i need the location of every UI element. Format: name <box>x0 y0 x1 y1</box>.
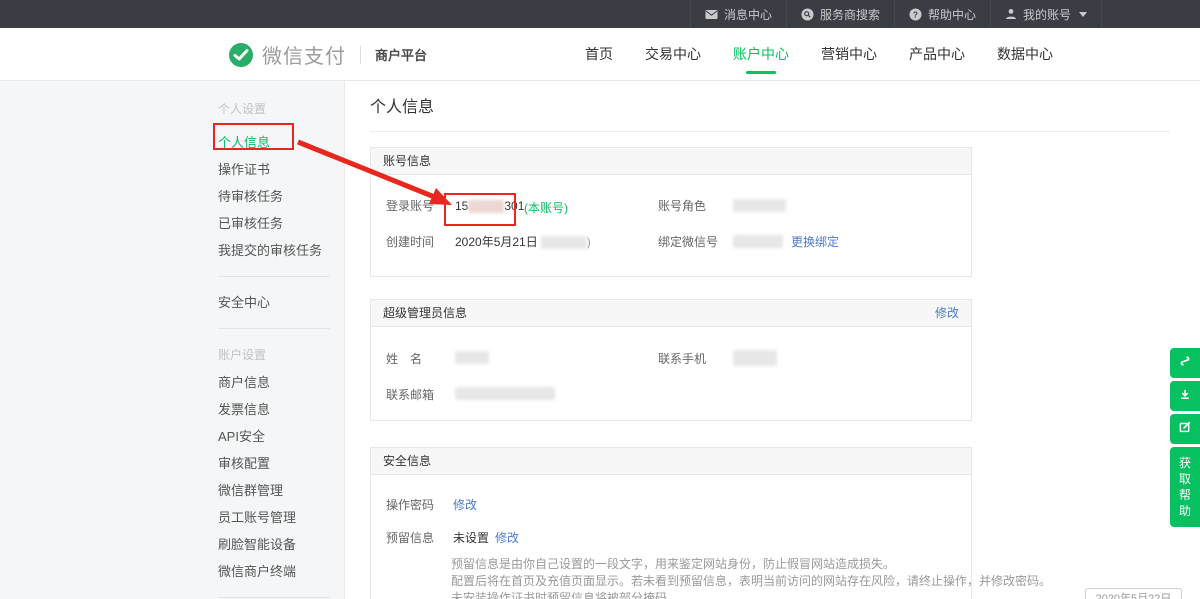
question-circle-icon: ? <box>909 8 922 21</box>
topbar-item-label: 服务商搜索 <box>820 6 880 23</box>
reserved-info-label: 预留信息 <box>386 529 434 546</box>
sidebar-divider <box>218 597 330 598</box>
main-content: 个人信息 账号信息 登录账号 15301 (本账号) 账号角色 创建时间 202… <box>345 81 1200 599</box>
help-center-link[interactable]: ? 帮助中心 <box>894 0 990 28</box>
sidebar-divider <box>218 276 330 277</box>
get-help-label: 获取帮助 <box>1178 455 1192 519</box>
feedback-button[interactable] <box>1170 414 1200 444</box>
reserved-info-desc-3: 未安装操作证书时预留信息将被部分掩码。 <box>451 589 679 599</box>
sidebar-item-wechat-group-management[interactable]: 微信群管理 <box>218 477 338 504</box>
sidebar-divider <box>218 328 330 329</box>
date-chip: 2020年5月22日 <box>1085 588 1182 599</box>
account-info-section: 账号信息 登录账号 15301 (本账号) 账号角色 创建时间 2020年5月2… <box>370 147 972 277</box>
sidebar-group-account-settings: 账户设置 <box>218 341 338 369</box>
reserved-info-desc-2: 配置后将在首页及充值页面显示。若未看到预留信息，表明当前访问的网站存在风险，请终… <box>451 572 1051 589</box>
merchant-platform-page: 消息中心 服务商搜索 ? 帮助中心 我的账号 微信支付 <box>0 0 1200 599</box>
user-icon <box>1005 8 1017 20</box>
super-admin-title: 超级管理员信息 <box>383 306 467 320</box>
service-provider-search-link[interactable]: 服务商搜索 <box>786 0 894 28</box>
account-role-label: 账号角色 <box>658 197 706 214</box>
created-time-label: 创建时间 <box>386 233 434 250</box>
brand-portal-label: 商户平台 <box>375 45 427 64</box>
redacted-blur <box>468 200 504 213</box>
search-circle-icon <box>801 8 814 21</box>
redacted-blur <box>541 236 587 249</box>
contact-phone-label: 联系手机 <box>658 350 706 367</box>
edit-reserved-info-link[interactable]: 修改 <box>495 529 519 546</box>
topbar-item-label: 我的账号 <box>1023 6 1071 23</box>
sidebar-group-personal-settings: 个人设置 <box>218 95 338 123</box>
wechat-pay-logo-icon <box>228 42 254 68</box>
floating-help-widget: 获取帮助 <box>1170 348 1200 527</box>
security-info-section: 安全信息 操作密码 修改 预留信息 未设置 修改 预留信息是由你自己设置的一段文… <box>370 447 972 599</box>
name-label: 姓 名 <box>386 350 422 367</box>
sidebar: 个人设置 个人信息 操作证书 待审核任务 已审核任务 我提交的审核任务 安全中心… <box>0 81 345 599</box>
reserved-info-desc-1: 预留信息是由你自己设置的一段文字，用来鉴定网站身份，防止假冒网站造成损失。 <box>451 555 895 572</box>
nav-account-center[interactable]: 账户中心 <box>733 28 789 81</box>
sidebar-item-merchant-info[interactable]: 商户信息 <box>218 369 338 396</box>
sidebar-item-review-config[interactable]: 审核配置 <box>218 450 338 477</box>
login-account-label: 登录账号 <box>386 197 434 214</box>
sidebar-item-operation-certificate[interactable]: 操作证书 <box>218 156 338 183</box>
download-icon <box>1178 387 1192 406</box>
sidebar-item-reviewed-tasks[interactable]: 已审核任务 <box>218 210 338 237</box>
sidebar-item-wechat-merchant-terminal[interactable]: 微信商户终端 <box>218 558 338 585</box>
super-admin-section: 超级管理员信息 修改 姓 名 联系手机 联系邮箱 <box>370 299 972 421</box>
chevron-down-icon <box>1079 12 1087 17</box>
redacted-blur <box>455 351 489 364</box>
account-info-header: 账号信息 <box>371 148 971 175</box>
edit-password-link[interactable]: 修改 <box>453 496 477 513</box>
contact-email-label: 联系邮箱 <box>386 386 434 403</box>
topbar-item-label: 帮助中心 <box>928 6 976 23</box>
download-button[interactable] <box>1170 381 1200 411</box>
message-center-link[interactable]: 消息中心 <box>690 0 786 28</box>
rebind-link[interactable]: 更换绑定 <box>791 233 839 250</box>
topbar-item-label: 消息中心 <box>724 6 772 23</box>
brand-divider <box>360 46 361 64</box>
super-admin-header: 超级管理员信息 修改 <box>371 300 971 327</box>
redacted-blur <box>733 235 783 248</box>
brand: 微信支付 商户平台 <box>228 28 427 81</box>
my-account-menu[interactable]: 我的账号 <box>990 0 1102 28</box>
quick-link-button[interactable] <box>1170 348 1200 378</box>
redacted-blur <box>733 350 777 366</box>
nav-marketing-center[interactable]: 营销中心 <box>821 28 877 81</box>
brand-name: 微信支付 <box>262 40 346 69</box>
sidebar-item-security-center[interactable]: 安全中心 <box>218 289 338 316</box>
mail-icon <box>705 9 718 20</box>
nav-product-center[interactable]: 产品中心 <box>909 28 965 81</box>
edit-admin-link[interactable]: 修改 <box>935 300 959 327</box>
created-time-value: 2020年5月21日) <box>455 233 591 250</box>
sidebar-item-api-security[interactable]: API安全 <box>218 423 338 450</box>
bound-wechat-label: 绑定微信号 <box>658 233 718 250</box>
link-icon <box>1178 354 1192 373</box>
login-account-value: 15301 <box>455 199 524 213</box>
sidebar-item-pending-review-tasks[interactable]: 待审核任务 <box>218 183 338 210</box>
svg-text:?: ? <box>913 10 918 19</box>
operation-password-label: 操作密码 <box>386 496 434 513</box>
security-info-header: 安全信息 <box>371 448 971 475</box>
top-utility-bar: 消息中心 服务商搜索 ? 帮助中心 我的账号 <box>0 0 1200 28</box>
nav-data-center[interactable]: 数据中心 <box>997 28 1053 81</box>
sidebar-item-invoice-info[interactable]: 发票信息 <box>218 396 338 423</box>
get-help-button[interactable]: 获取帮助 <box>1170 447 1200 527</box>
title-divider <box>370 131 1170 132</box>
sidebar-item-my-submitted-review-tasks[interactable]: 我提交的审核任务 <box>218 237 338 264</box>
sidebar-item-face-smart-device[interactable]: 刷脸智能设备 <box>218 531 338 558</box>
current-account-tag: (本账号) <box>524 199 568 216</box>
nav-transaction-center[interactable]: 交易中心 <box>645 28 701 81</box>
redacted-blur <box>733 199 786 212</box>
site-header: 微信支付 商户平台 首页 交易中心 账户中心 营销中心 产品中心 数据中心 <box>0 28 1200 81</box>
redacted-blur <box>455 387 555 400</box>
reserved-info-status: 未设置 <box>453 529 489 546</box>
page-title: 个人信息 <box>370 93 434 117</box>
nav-home[interactable]: 首页 <box>585 28 613 81</box>
sidebar-item-personal-info[interactable]: 个人信息 <box>218 129 338 156</box>
edit-icon <box>1178 420 1192 439</box>
main-nav: 首页 交易中心 账户中心 营销中心 产品中心 数据中心 <box>585 28 1053 81</box>
sidebar-item-staff-account-management[interactable]: 员工账号管理 <box>218 504 338 531</box>
